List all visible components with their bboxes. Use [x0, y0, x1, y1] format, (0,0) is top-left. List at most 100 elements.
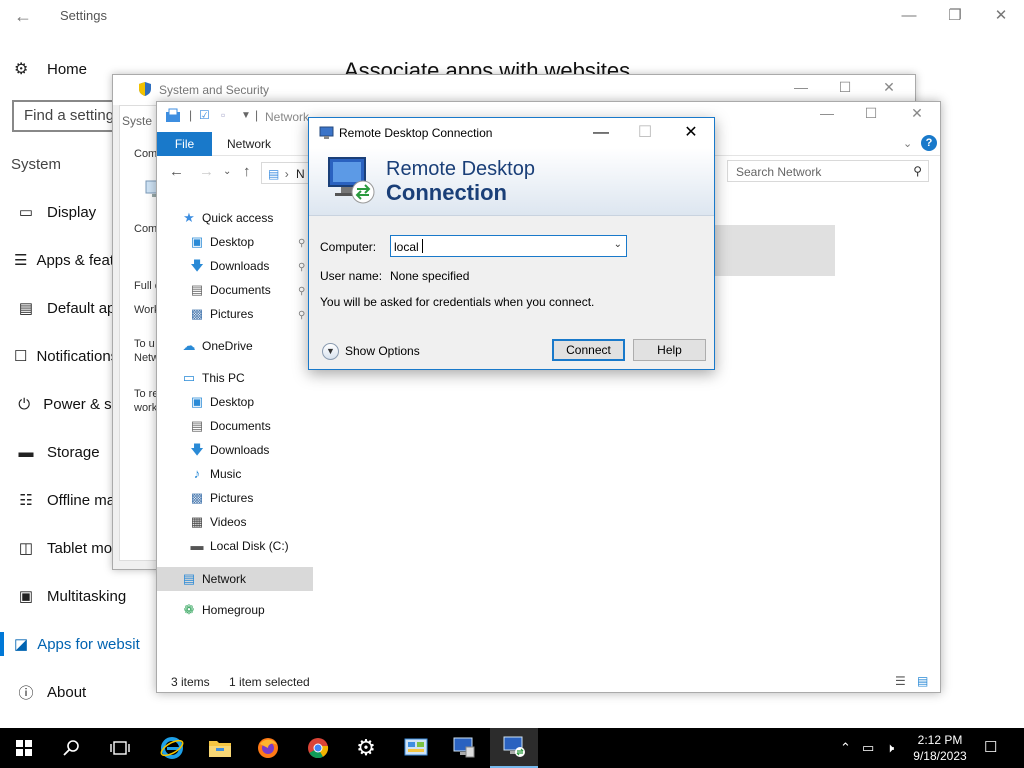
network-connections-icon[interactable] [440, 728, 488, 768]
tab-network[interactable]: Network [227, 137, 271, 151]
forward-arrow-icon[interactable]: → [199, 163, 214, 180]
close-button[interactable]: ✕ [897, 105, 937, 127]
up-arrow-icon[interactable]: ↑ [243, 163, 251, 180]
remote-desktop-icon[interactable] [490, 728, 538, 768]
picture-icon: ▩ [190, 306, 204, 321]
tree-item-pc-videos[interactable]: ▦ Videos [189, 512, 247, 532]
connect-button[interactable]: Connect [552, 339, 625, 361]
tree-item-network[interactable]: ▤ Network [157, 567, 313, 591]
chevron-down-icon[interactable]: ⌄ [903, 137, 912, 150]
hard-drive-icon: ▬ [190, 538, 204, 553]
customize-toolbar-icon[interactable]: ▼ [241, 110, 251, 121]
tree-item-quick-access[interactable]: ★ Quick access [181, 208, 273, 228]
network-status-icon[interactable]: ▭ [862, 740, 874, 756]
task-view-icon[interactable] [96, 728, 144, 768]
tree-item-homegroup[interactable]: ❁ Homegroup [181, 600, 265, 620]
home-nav-item[interactable]: ⚙ Home [14, 58, 87, 80]
close-button[interactable]: ✕ [978, 4, 1024, 28]
chevron-down-circle-icon: ▼ [322, 342, 339, 360]
tree-item-pictures[interactable]: ▩ Pictures [189, 304, 254, 324]
close-button[interactable]: ✕ [869, 79, 909, 101]
section-label: System [11, 156, 62, 173]
tree-item-pc-desktop[interactable]: ▣ Desktop [189, 392, 254, 412]
homegroup-icon: ❁ [183, 602, 195, 617]
pin-icon[interactable]: ⚲ [298, 286, 305, 297]
help-button[interactable]: Help [633, 339, 706, 361]
tree-item-desktop[interactable]: ▣ Desktop [189, 232, 254, 252]
pin-icon[interactable]: ⚲ [298, 310, 305, 321]
download-arrow-icon: 🡇 [190, 442, 204, 457]
window-title: Network [265, 110, 310, 124]
minimize-button[interactable]: — [781, 79, 821, 101]
nav-label: Display [47, 203, 97, 221]
pin-icon[interactable]: ⚲ [298, 262, 305, 273]
search-icon[interactable] [48, 728, 96, 768]
minimize-button[interactable]: — [886, 4, 932, 28]
maximize-button[interactable]: ☐ [851, 105, 891, 127]
file-explorer-icon[interactable] [196, 728, 244, 768]
cloud-icon: ☁ [182, 338, 196, 353]
properties-icon[interactable]: ☑ [199, 108, 210, 122]
new-folder-icon[interactable]: ▫ [221, 108, 225, 122]
firefox-icon[interactable] [244, 728, 292, 768]
home-label: Home [47, 60, 88, 78]
window-title: System and Security [159, 83, 270, 97]
remote-desktop-dialog: Remote Desktop Connection — ☐ ✕ Remote D… [308, 117, 715, 370]
computer-combobox[interactable]: local ⌄ [390, 235, 627, 257]
network-icon: ▤ [182, 571, 196, 586]
nav-item-apps-for-websites[interactable]: ◪ Apps for websites [0, 630, 140, 658]
minimize-button[interactable]: — [579, 120, 623, 146]
remote-desktop-icon [319, 126, 334, 139]
minimize-button[interactable]: — [807, 105, 847, 127]
nav-label: Storage [47, 443, 100, 461]
internet-explorer-icon[interactable] [148, 728, 196, 768]
rdc-banner: Remote Desktop Connection [309, 148, 714, 216]
settings-gear-icon[interactable]: ⚙ [342, 728, 390, 768]
computer-icon: ▭ [182, 370, 196, 385]
back-arrow-icon[interactable]: ← [169, 163, 184, 180]
details-view-icon[interactable]: ☰ [895, 674, 906, 688]
action-center-icon[interactable]: ☐ [984, 738, 997, 756]
computer-value: local [394, 240, 419, 254]
large-icons-view-icon[interactable]: ▤ [917, 674, 928, 688]
tree-item-pc-music[interactable]: ♪ Music [189, 464, 242, 484]
chrome-icon[interactable] [294, 728, 342, 768]
help-icon[interactable]: ? [921, 135, 937, 151]
chevron-up-icon[interactable]: ⌃ [840, 740, 851, 756]
section-text: To re [134, 388, 159, 400]
chevron-down-icon[interactable]: ⌄ [614, 239, 622, 250]
restore-button[interactable]: ❐ [932, 4, 978, 28]
nav-item-about[interactable]: ⓘ About [0, 678, 140, 706]
search-placeholder: Search Network [736, 165, 822, 179]
tablet-icon: ◫ [18, 540, 34, 557]
volume-muted-icon[interactable]: 🕨 [886, 740, 894, 756]
address-bar[interactable]: ▤ › N [261, 162, 311, 184]
tree-label: OneDrive [202, 339, 253, 353]
recent-locations-icon[interactable]: ⌄ [223, 166, 231, 177]
maximize-button[interactable]: ☐ [825, 79, 865, 101]
dialog-title: Remote Desktop Connection [339, 126, 493, 140]
back-arrow-icon[interactable]: ← [14, 6, 32, 27]
tree-item-local-disk[interactable]: ▬ Local Disk (C:) [189, 536, 289, 556]
clock[interactable]: 2:12 PM 9/18/2023 [908, 732, 972, 764]
close-button[interactable]: ✕ [669, 120, 713, 146]
nav-item-multitasking[interactable]: ▣ Multitasking [0, 582, 140, 610]
show-options-toggle[interactable]: ▼ Show Options [322, 342, 420, 360]
control-panel-icon[interactable] [392, 728, 440, 768]
tree-item-documents[interactable]: ▤ Documents [189, 280, 271, 300]
username-value: None specified [390, 269, 470, 283]
tree-item-pc-pictures[interactable]: ▩ Pictures [189, 488, 254, 508]
tree-item-this-pc[interactable]: ▭ This PC [181, 368, 245, 388]
address-bar[interactable]: Syste [122, 114, 152, 128]
tree-item-pc-downloads[interactable]: 🡇 Downloads [189, 440, 269, 460]
tab-file[interactable]: File [157, 132, 212, 156]
tree-item-downloads[interactable]: 🡇 Downloads [189, 256, 269, 276]
shield-icon [139, 82, 151, 96]
network-item-selected[interactable] [702, 225, 835, 276]
pin-icon[interactable]: ⚲ [298, 238, 305, 249]
search-network-input[interactable]: Search Network ⚲ [727, 160, 929, 182]
tree-item-pc-documents[interactable]: ▤ Documents [189, 416, 271, 436]
windows-start-icon[interactable] [0, 728, 48, 768]
tree-item-onedrive[interactable]: ☁ OneDrive [181, 336, 253, 356]
banner-title-line1: Remote Desktop [386, 158, 535, 180]
